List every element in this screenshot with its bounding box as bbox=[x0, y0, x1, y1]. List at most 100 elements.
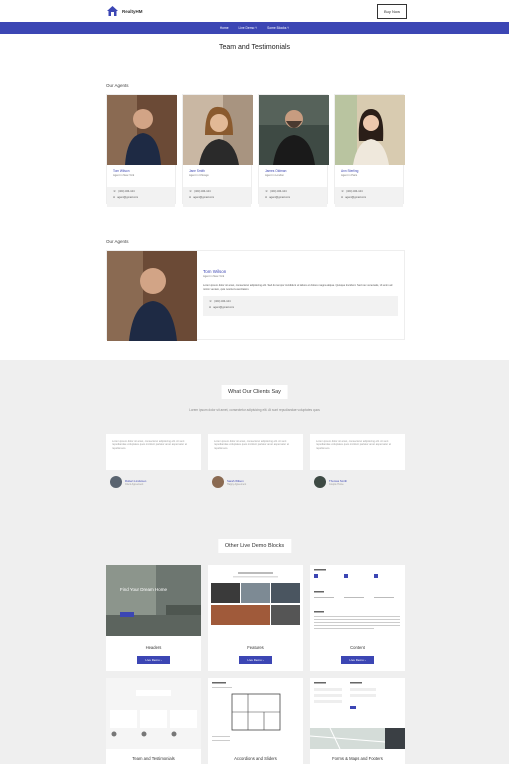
demo-card-label: Headers bbox=[145, 645, 162, 650]
testimonial-role: Couple Home bbox=[329, 482, 344, 486]
demo-blocks-grid: Find Your Dream Home Headers Live Demo ›… bbox=[106, 565, 405, 764]
featured-agent-photo bbox=[107, 251, 197, 341]
agent-name: Tom Wilson bbox=[113, 169, 130, 173]
testimonial-name: Robert Lindsmen bbox=[125, 478, 147, 483]
agent-role: Agent in New York bbox=[113, 174, 135, 177]
agent-phone: (324) 324-124 bbox=[194, 190, 211, 193]
agent-email[interactable]: agent@gmail.com bbox=[269, 196, 290, 199]
demo-card-label: Team and Testimonials bbox=[132, 756, 175, 761]
avatar bbox=[314, 476, 326, 488]
demo-section-title: Other Live Demo Blocks bbox=[217, 539, 292, 553]
demo-thumbnail bbox=[310, 678, 405, 749]
testimonial-text: Lorem ipsum dolor sit amet, consectetur … bbox=[106, 434, 201, 470]
testimonial-card: Lorem ipsum dolor sit amet, consectetur … bbox=[208, 434, 303, 488]
demo-thumbnail bbox=[106, 678, 201, 749]
agent-email[interactable]: agent@gmail.com bbox=[117, 196, 138, 199]
demo-card-headers[interactable]: Find Your Dream Home Headers Live Demo › bbox=[106, 565, 201, 671]
mail-icon: ✉ bbox=[189, 196, 192, 199]
agents-section-label: Our Agents bbox=[106, 83, 129, 88]
buy-now-button[interactable]: Buy Now bbox=[376, 3, 407, 19]
agent-name: Jane Smith bbox=[189, 169, 205, 173]
testimonial-role: Client Agreement bbox=[125, 482, 144, 486]
demo-card-accordions[interactable]: Accordions and Sliders bbox=[208, 678, 303, 764]
phone-icon: ☏ bbox=[265, 190, 269, 193]
mail-icon: ✉ bbox=[341, 196, 344, 199]
top-bar: RealtyHM Buy Now bbox=[0, 0, 509, 22]
agent-email[interactable]: agent@gmail.com bbox=[193, 196, 214, 199]
phone-icon: ☏ bbox=[341, 190, 345, 193]
agent-photo bbox=[335, 95, 405, 165]
agent-role: Agent in London bbox=[265, 174, 284, 177]
testimonials-row: Lorem ipsum dolor sit amet, consectetur … bbox=[106, 434, 405, 488]
agent-phone: (324) 324-124 bbox=[118, 190, 135, 193]
demo-card-label: Accordions and Sliders bbox=[234, 756, 277, 761]
demo-card-label: Content bbox=[350, 645, 365, 650]
testimonial-card: Lorem ipsum dolor sit amet, consectetur … bbox=[106, 434, 201, 488]
mail-icon: ✉ bbox=[265, 196, 268, 199]
live-demo-button[interactable]: Live Demo › bbox=[137, 656, 170, 664]
agent-name: James Oldman bbox=[265, 169, 287, 173]
live-demo-button[interactable]: Live Demo › bbox=[239, 656, 272, 664]
nav-item-home[interactable]: Home bbox=[220, 26, 229, 30]
featured-agent-phone: (324) 324-124 bbox=[214, 300, 231, 303]
agent-role: Agent in Paris bbox=[341, 174, 358, 177]
agent-photo bbox=[107, 95, 177, 165]
agent-contact: ☏ (324) 324-124 ✉ agent@gmail.com bbox=[335, 187, 403, 207]
testimonial-text: Lorem ipsum dolor sit amet, consectetur … bbox=[208, 434, 303, 470]
testimonial-text: Lorem ipsum dolor sit amet, consectetur … bbox=[310, 434, 405, 470]
nav-item-some-blocks[interactable]: Some Blocks ˅ bbox=[267, 26, 289, 30]
featured-agent-card[interactable]: Tom Wilson Agent in New York Lorem ipsum… bbox=[106, 250, 405, 341]
featured-agent-contact: ☏ (324) 324-124 ✉ agent@gmail.com bbox=[203, 296, 398, 316]
demo-card-features[interactable]: Features Live Demo › bbox=[208, 565, 303, 671]
agent-card[interactable]: Ann Sterling Agent in Paris ☏ (324) 324-1… bbox=[334, 94, 405, 207]
agent-phone: (324) 324-124 bbox=[346, 190, 363, 193]
demo-card-forms[interactable]: Forms & Maps and Footers bbox=[310, 678, 405, 764]
live-demo-button[interactable]: Live Demo › bbox=[341, 656, 374, 664]
demo-thumbnail: Find Your Dream Home bbox=[106, 565, 201, 636]
featured-agent-name: Tom Wilson bbox=[203, 269, 227, 274]
house-logo-icon bbox=[106, 5, 119, 17]
agent-photo bbox=[183, 95, 253, 165]
main-nav: Home Live Demo ˅ Some Blocks ˅ bbox=[0, 22, 509, 34]
testimonial-card: Lorem ipsum dolor sit amet, consectetur … bbox=[310, 434, 405, 488]
agent-contact: ☏ (324) 324-124 ✉ agent@gmail.com bbox=[107, 187, 175, 207]
demo-card-team[interactable]: Team and Testimonials bbox=[106, 678, 201, 764]
avatar bbox=[212, 476, 224, 488]
phone-icon: ☏ bbox=[189, 190, 193, 193]
testimonial-name: Thomas Smith bbox=[329, 478, 348, 483]
page-title: Team and Testimonials bbox=[218, 44, 291, 51]
avatar bbox=[110, 476, 122, 488]
demo-thumbnail bbox=[208, 565, 303, 636]
agent-photo bbox=[259, 95, 329, 165]
mail-icon: ✉ bbox=[113, 196, 116, 199]
demo-card-label: Features bbox=[247, 645, 264, 650]
agents-grid: Tom Wilson Agent in New York ☏ (324) 324-… bbox=[106, 94, 405, 207]
agent-name: Ann Sterling bbox=[341, 169, 359, 173]
agent-contact: ☏ (324) 324-124 ✉ agent@gmail.com bbox=[259, 187, 327, 207]
clients-section-subtitle: Lorem ipsum dolor sit amet, consectetur … bbox=[189, 408, 320, 412]
agent-card[interactable]: Jane Smith Agent in Chicago ☏ (324) 324-1… bbox=[182, 94, 253, 207]
nav-item-live-demo[interactable]: Live Demo ˅ bbox=[239, 26, 258, 30]
demo-card-label: Forms & Maps and Footers bbox=[332, 756, 383, 761]
featured-section-label: Our Agents bbox=[106, 239, 129, 244]
testimonial-name: Sarah Wilson bbox=[227, 478, 244, 483]
agent-contact: ☏ (324) 324-124 ✉ agent@gmail.com bbox=[183, 187, 251, 207]
featured-agent-role: Agent in New York bbox=[203, 275, 225, 278]
featured-agent-email[interactable]: agent@gmail.com bbox=[213, 306, 234, 309]
agent-role: Agent in Chicago bbox=[189, 174, 209, 177]
brand-logo[interactable]: RealtyHM bbox=[106, 5, 143, 17]
mail-icon: ✉ bbox=[209, 306, 212, 309]
brand-name: RealtyHM bbox=[122, 8, 143, 14]
demo-card-content[interactable]: Content Live Demo › bbox=[310, 565, 405, 671]
agent-card[interactable]: Tom Wilson Agent in New York ☏ (324) 324-… bbox=[106, 94, 177, 207]
demo-thumbnail bbox=[208, 678, 303, 749]
agent-phone: (324) 324-124 bbox=[270, 190, 287, 193]
testimonial-role: Happy Agreement bbox=[227, 482, 247, 486]
phone-icon: ☏ bbox=[209, 300, 213, 303]
agent-card[interactable]: James Oldman Agent in London ☏ (324) 324-… bbox=[258, 94, 329, 207]
agent-email[interactable]: agent@gmail.com bbox=[345, 196, 366, 199]
demo-hero-text: Find Your Dream Home bbox=[120, 587, 168, 592]
clients-section-title: What Our Clients Say bbox=[221, 385, 288, 399]
phone-icon: ☏ bbox=[113, 190, 117, 193]
demo-thumbnail bbox=[310, 565, 405, 636]
